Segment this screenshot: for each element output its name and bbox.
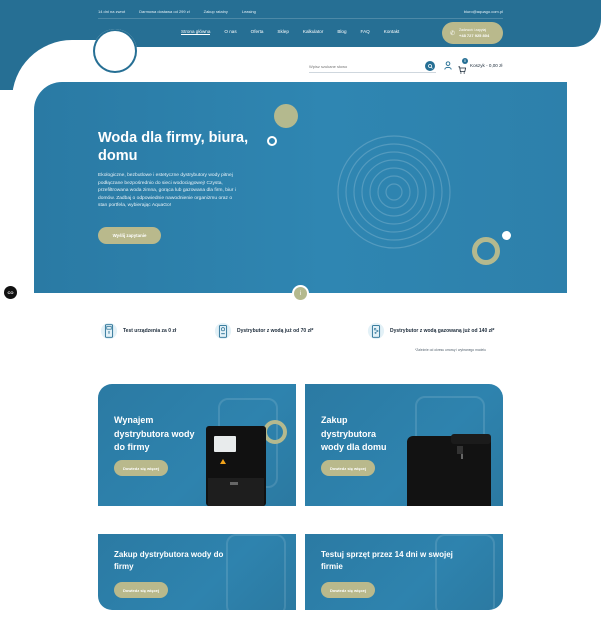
main-nav: Strona główna O nas Oferta Sklep Kalkula…	[181, 29, 413, 35]
user-icon[interactable]	[444, 61, 452, 70]
hero-white-ring	[267, 136, 277, 146]
dispenser-sparkling-icon	[367, 322, 385, 340]
nav-item-blog[interactable]: Blog	[337, 29, 346, 35]
countertop-dispenser-image	[407, 434, 491, 506]
topbar-divider	[98, 18, 503, 19]
search-icon[interactable]	[425, 61, 435, 71]
topbar: 14 dni na zwrot Darmowa dostawa od 299 z…	[98, 6, 503, 16]
nav-item-about[interactable]: O nas	[224, 29, 236, 35]
search-bar	[309, 60, 436, 73]
topbar-leasing[interactable]: Leasing	[242, 9, 256, 14]
feature-water: Dystrybutor z wodą już od 70 zł*	[214, 322, 313, 340]
card-test-device-button[interactable]: Dowiedz się więcej	[321, 582, 375, 598]
hero-white-dot	[502, 231, 511, 240]
feature-sparkling-text: Dystrybutor z wodą gazowaną już od 140 z…	[390, 328, 495, 334]
features-footnote: *Zależnie od okresu umowy i wybranego mo…	[415, 348, 486, 352]
card-test-device[interactable]: Testuj sprzęt przez 14 dni w swojej firm…	[305, 534, 503, 610]
send-inquiry-button[interactable]: Wyślij zapytanie	[98, 227, 161, 244]
feature-sparkling: Dystrybutor z wodą gazowaną już od 140 z…	[367, 322, 494, 340]
hero-olive-ring	[472, 237, 500, 265]
card-buy-office[interactable]: Zakup dystrybutora wody do firmy Dowiedz…	[98, 534, 296, 610]
phone-button[interactable]: ✆ Zadzwoń i zapytaj +48 727 925 804	[442, 22, 503, 44]
cart-count-badge: 0	[462, 58, 468, 64]
card-buy-home-button[interactable]: Dowiedz się więcej	[321, 460, 375, 476]
nav-item-home[interactable]: Strona główna	[181, 29, 211, 35]
nav-item-faq[interactable]: FAQ	[361, 29, 370, 35]
card-buy-office-title: Zakup dystrybutora wody do firmy	[114, 550, 224, 571]
hero-banner: Woda dla firmy, biura, domu Ekologiczne,…	[34, 82, 567, 293]
logo[interactable]	[93, 29, 137, 73]
cart-label: Koszyk - 0,00 zł	[470, 62, 503, 68]
feature-test: Test urządzenia za 0 zł	[100, 322, 176, 340]
nav-item-shop[interactable]: Sklep	[277, 29, 289, 35]
nav-item-contact[interactable]: Kontakt	[384, 29, 400, 35]
cart-button[interactable]: 0 Koszyk - 0,00 zł	[458, 58, 503, 74]
topbar-email[interactable]: biuro@aquago.com.pl	[464, 9, 503, 14]
card-buy-home[interactable]: Zakup dystrybutora wody dla domu Dowiedz…	[305, 384, 503, 506]
phone-icon: ✆	[450, 30, 456, 37]
card-rent-office-title: Wynajem dystrybutora wody do firmy	[114, 415, 195, 452]
cookie-settings-button[interactable]: CO	[4, 286, 17, 299]
phone-number: +48 727 925 804	[459, 32, 490, 38]
card-rent-office-button[interactable]: Dowiedz się więcej	[114, 460, 168, 476]
hero-title: Woda dla firmy, biura, domu	[98, 130, 249, 164]
card-test-device-title: Testuj sprzęt przez 14 dni w swojej firm…	[321, 550, 453, 571]
topbar-returns: 14 dni na zwrot	[98, 8, 126, 14]
feature-test-text: Test urządzenia za 0 zł	[123, 328, 177, 334]
card-buy-home-title: Zakup dystrybutora wody dla domu	[321, 415, 387, 452]
topbar-free-delivery: Darmowa dostawa od 299 zł	[139, 8, 190, 14]
dispenser-test-icon	[100, 322, 118, 340]
nav-item-calculator[interactable]: Kalkulator	[303, 29, 323, 35]
dispenser-water-icon	[214, 322, 232, 340]
water-dispenser-image	[206, 426, 266, 506]
topbar-installments[interactable]: Zakup ratalny	[204, 9, 228, 14]
search-input[interactable]	[309, 63, 419, 69]
hero-description: Ekologiczne, bezbutlowe i estetyczne dys…	[98, 173, 236, 209]
slider-info-button[interactable]: i	[292, 285, 309, 302]
feature-water-text: Dystrybutor z wodą już od 70 zł*	[237, 328, 314, 334]
water-ripple-decoration	[337, 135, 451, 249]
cart-icon: 0	[458, 58, 468, 74]
card-rent-office[interactable]: Wynajem dystrybutora wody do firmy Dowie…	[98, 384, 296, 506]
card-buy-office-button[interactable]: Dowiedz się więcej	[114, 582, 168, 598]
nav-item-offer[interactable]: Oferta	[251, 29, 264, 35]
hero-olive-circle	[274, 104, 298, 128]
